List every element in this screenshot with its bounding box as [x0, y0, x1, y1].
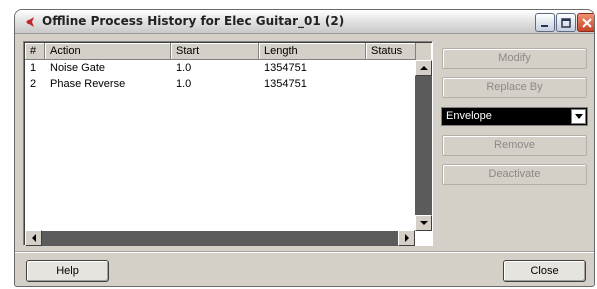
- close-button[interactable]: Close: [503, 260, 586, 282]
- footer-divider: [15, 251, 594, 253]
- chevron-down-icon: [574, 114, 583, 119]
- row-start: 1.0: [176, 78, 192, 90]
- row-start: 1.0: [176, 62, 192, 74]
- scroll-left-button[interactable]: [25, 230, 42, 246]
- scroll-up-button[interactable]: [415, 60, 432, 76]
- horizontal-scroll-thumb[interactable]: [42, 231, 398, 246]
- close-window-button[interactable]: [577, 13, 594, 32]
- replace-effect-dropdown[interactable]: Envelope: [441, 107, 588, 126]
- deactivate-button[interactable]: Deactivate: [442, 164, 587, 185]
- scroll-down-button[interactable]: [415, 215, 432, 231]
- vertical-scroll-thumb[interactable]: [415, 76, 432, 215]
- row-length: 1354751: [264, 78, 307, 90]
- row-number: 1: [30, 62, 37, 74]
- dropdown-selected-value: Envelope: [446, 110, 492, 122]
- maximize-button[interactable]: [556, 13, 576, 32]
- window-title: Offline Process History for Elec Guitar_…: [42, 14, 345, 28]
- close-icon: [582, 17, 592, 28]
- column-header-action[interactable]: Action: [45, 43, 171, 60]
- cubase-logo-icon: [22, 14, 38, 30]
- arrow-left-icon: [31, 234, 36, 242]
- table-row[interactable]: 2 Phase Reverse 1.0 1354751: [25, 77, 415, 93]
- row-length: 1354751: [264, 62, 307, 74]
- row-action: Noise Gate: [50, 62, 106, 74]
- modify-button[interactable]: Modify: [442, 48, 587, 69]
- help-button[interactable]: Help: [26, 260, 109, 282]
- minimize-icon: [541, 24, 548, 27]
- list-header: # Action Start Length Status: [25, 43, 431, 60]
- table-row[interactable]: 1 Noise Gate 1.0 1354751: [25, 61, 415, 77]
- column-header-start[interactable]: Start: [171, 43, 259, 60]
- column-header-length[interactable]: Length: [259, 43, 366, 60]
- title-bar[interactable]: Offline Process History for Elec Guitar_…: [15, 10, 594, 34]
- horizontal-scrollbar[interactable]: [25, 230, 415, 246]
- minimize-button[interactable]: [535, 13, 555, 32]
- row-action: Phase Reverse: [50, 78, 126, 90]
- dropdown-arrow[interactable]: [571, 109, 586, 124]
- replace-by-button[interactable]: Replace By: [442, 77, 587, 98]
- scroll-right-button[interactable]: [398, 230, 415, 246]
- arrow-up-icon: [419, 66, 428, 70]
- row-number: 2: [30, 78, 37, 90]
- column-header-number[interactable]: #: [25, 43, 45, 60]
- arrow-down-icon: [419, 221, 428, 225]
- remove-button[interactable]: Remove: [442, 135, 587, 156]
- vertical-scrollbar[interactable]: [415, 60, 432, 231]
- arrow-right-icon: [404, 234, 409, 242]
- maximize-icon: [561, 17, 571, 28]
- process-history-list[interactable]: # Action Start Length Status 1 Noise Gat…: [23, 41, 433, 246]
- column-header-status[interactable]: Status: [366, 43, 416, 60]
- offline-process-history-window: Offline Process History for Elec Guitar_…: [14, 9, 595, 287]
